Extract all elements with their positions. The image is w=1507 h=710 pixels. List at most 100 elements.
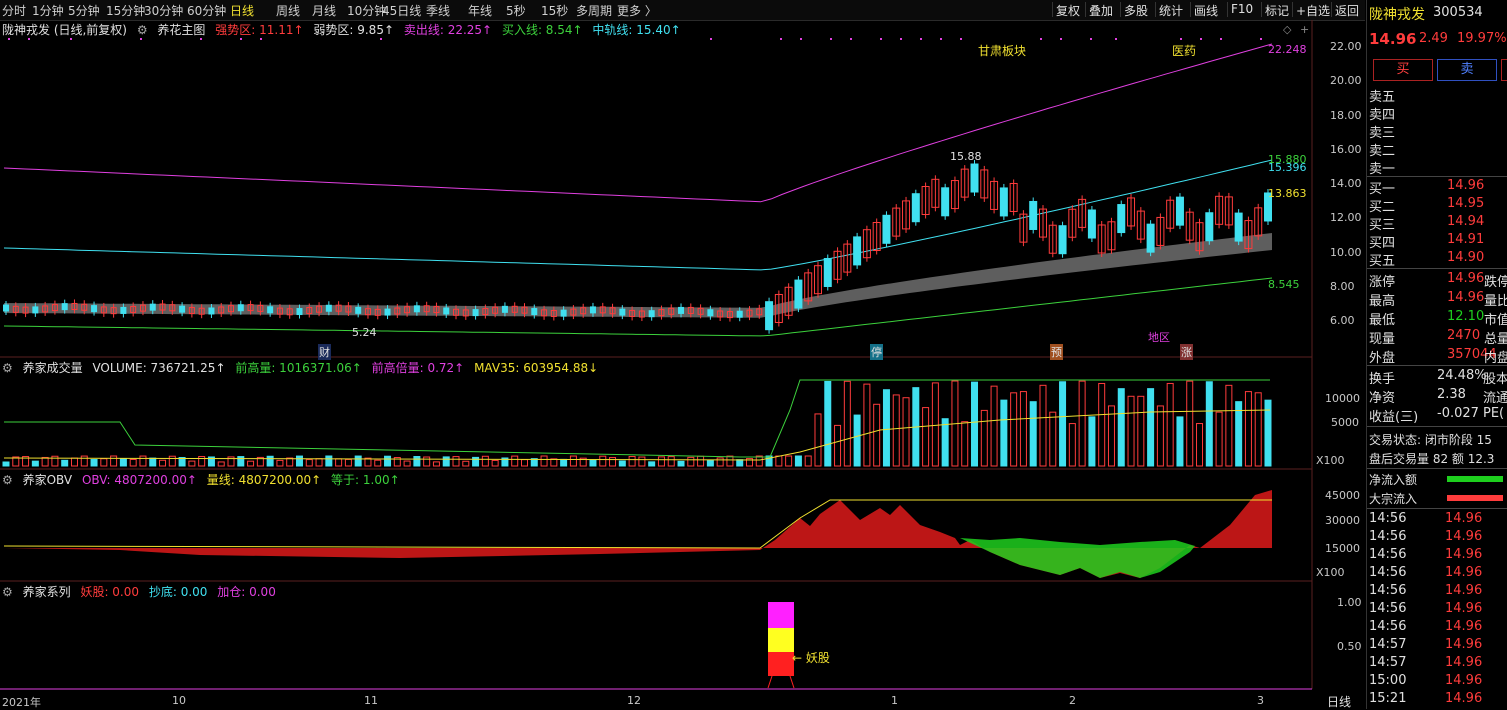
timeframe-2[interactable]: 5分钟 bbox=[68, 2, 100, 19]
candle-body bbox=[237, 304, 244, 312]
obv-legend-item-2: 等于: 1.00↑ bbox=[331, 473, 400, 487]
volume-bar bbox=[1098, 382, 1106, 467]
sell-button[interactable]: 卖 bbox=[1437, 59, 1497, 81]
candle-body bbox=[823, 257, 832, 287]
series-title[interactable]: 养家系列 bbox=[23, 585, 71, 599]
timeframe-0[interactable]: 分时 bbox=[2, 2, 26, 19]
toolbar-button-5[interactable]: F10 bbox=[1231, 2, 1253, 16]
timeframe-13[interactable]: 5秒 bbox=[506, 2, 526, 19]
sector-tag-gansu[interactable]: 甘肃板块 bbox=[978, 42, 1026, 59]
obv-ytick-2: 15000 bbox=[1325, 542, 1360, 555]
volume-bar bbox=[472, 456, 480, 467]
toolbar-button-8[interactable]: 返回 bbox=[1335, 2, 1359, 19]
settings-icon[interactable]: ⚙ bbox=[2, 361, 13, 375]
volume-bar bbox=[511, 455, 519, 467]
timeframe-8[interactable]: 月线 bbox=[312, 2, 336, 19]
volume-bar bbox=[1244, 391, 1252, 467]
volume-bar bbox=[198, 456, 206, 467]
candle-body bbox=[970, 163, 979, 193]
tick-price-10: 14.96 bbox=[1445, 691, 1483, 706]
toolbar-button-3[interactable]: 统计 bbox=[1159, 2, 1183, 19]
marker-cai[interactable]: 财 bbox=[318, 344, 331, 360]
stat2-extra-0: 股本 bbox=[1483, 372, 1507, 387]
volume-bar bbox=[31, 460, 39, 467]
toolbar-button-7[interactable]: +自选 bbox=[1296, 2, 1330, 19]
stat2-value-2: -0.027 bbox=[1437, 406, 1479, 421]
toolbar-button-0[interactable]: 复权 bbox=[1056, 2, 1080, 19]
timeframe-16[interactable]: 更多 〉 bbox=[617, 2, 657, 19]
toolbar-button-6[interactable]: 标记 bbox=[1265, 2, 1289, 19]
plus-icon[interactable]: + bbox=[1300, 23, 1309, 36]
volume-bar bbox=[442, 456, 450, 467]
volume-bar bbox=[1166, 382, 1174, 467]
volume-bar bbox=[1039, 384, 1047, 467]
obv-title[interactable]: 养家OBV bbox=[23, 473, 73, 487]
timeframe-12[interactable]: 年线 bbox=[468, 2, 492, 19]
timeframe-5[interactable]: 60分钟 bbox=[187, 2, 226, 19]
toolbar-button-1[interactable]: 叠加 bbox=[1089, 2, 1113, 19]
main-ytick-3: 16.00 bbox=[1330, 143, 1362, 156]
volume-bar bbox=[217, 461, 225, 467]
volume-bar bbox=[785, 455, 793, 467]
stat-value-1: 14.96 bbox=[1447, 290, 1485, 305]
volume-bar bbox=[305, 459, 313, 467]
volume-bar bbox=[1049, 411, 1057, 467]
timeframe-14[interactable]: 15秒 bbox=[541, 2, 568, 19]
volume-bar bbox=[2, 461, 10, 467]
sector-tag-medicine[interactable]: 医药 bbox=[1172, 42, 1196, 59]
signal-dot bbox=[800, 38, 802, 40]
prev-high-volume-line bbox=[4, 379, 1270, 458]
ask-label-4: 卖一 bbox=[1369, 162, 1396, 177]
timeframe-10[interactable]: 45日线 bbox=[382, 2, 421, 19]
marker-ting[interactable]: 停 bbox=[870, 344, 883, 360]
more-button[interactable] bbox=[1501, 59, 1507, 81]
timeframe-1[interactable]: 1分钟 bbox=[32, 2, 64, 19]
timeframe-7[interactable]: 周线 bbox=[276, 2, 300, 19]
marker-yu[interactable]: 预 bbox=[1050, 344, 1063, 360]
volume-bar bbox=[1147, 388, 1155, 467]
volume-bar bbox=[354, 455, 362, 467]
timeframe-4[interactable]: 30分钟 bbox=[144, 2, 183, 19]
candle-body bbox=[765, 301, 774, 331]
stat2-label-2: 收益(三) bbox=[1369, 410, 1419, 425]
period-label[interactable]: 日线 bbox=[1327, 693, 1351, 710]
settings-icon[interactable]: ⚙ bbox=[2, 585, 13, 599]
volume-bar bbox=[1186, 380, 1194, 467]
toolbar-button-4[interactable]: 画线 bbox=[1194, 2, 1218, 19]
diamond-icon[interactable]: ◇ bbox=[1283, 23, 1291, 36]
volume-bar bbox=[481, 455, 489, 467]
timeframe-15[interactable]: 多周期 bbox=[576, 2, 612, 19]
timeframe-9[interactable]: 10分钟 bbox=[347, 2, 386, 19]
volume-bar bbox=[1117, 388, 1125, 467]
series-ytick-1: 0.50 bbox=[1337, 640, 1362, 653]
buy-button[interactable]: 买 bbox=[1373, 59, 1433, 81]
indicator-name[interactable]: 养花主图 bbox=[157, 23, 205, 37]
volume-bar bbox=[344, 458, 352, 467]
after-hours-volume: 盘后交易量 82 额 12.3 bbox=[1369, 452, 1495, 466]
toolbar-button-2[interactable]: 多股 bbox=[1124, 2, 1148, 19]
vol-ytick-1: 5000 bbox=[1331, 416, 1359, 429]
main-legend-item-4: 中轨线: 15.40↑ bbox=[592, 23, 681, 37]
series-legend-item-0: 妖股: 0.00 bbox=[80, 585, 140, 599]
settings-icon[interactable]: ⚙ bbox=[137, 23, 148, 37]
main-ytick-2: 18.00 bbox=[1330, 109, 1362, 122]
marker-diqu[interactable]: 地区 bbox=[1148, 329, 1170, 345]
candle-body bbox=[208, 307, 215, 315]
volume-bar bbox=[560, 458, 568, 467]
candle-body bbox=[882, 214, 891, 244]
toolbar-separator bbox=[1261, 2, 1262, 17]
chart-area[interactable]: 陇神戎发 (日线,前复权) ⚙ 养花主图 强势区: 11.11↑ 弱势区: 9.… bbox=[0, 20, 1365, 709]
signal-dot bbox=[850, 38, 852, 40]
volume-title[interactable]: 养家成交量 bbox=[23, 361, 83, 375]
quote-price: 14.96 bbox=[1369, 30, 1417, 48]
timeframe-11[interactable]: 季线 bbox=[426, 2, 450, 19]
settings-icon[interactable]: ⚙ bbox=[2, 473, 13, 487]
stat-value-2: 12.10 bbox=[1447, 309, 1485, 324]
timeframe-6[interactable]: 日线 bbox=[230, 2, 254, 19]
volume-bar bbox=[315, 458, 323, 467]
volume-legend-item-1: 前高量: 1016371.06↑ bbox=[235, 361, 362, 375]
ask-label-1: 卖四 bbox=[1369, 108, 1396, 123]
obv-ytick-1: 30000 bbox=[1325, 514, 1360, 527]
timeframe-3[interactable]: 15分钟 bbox=[106, 2, 145, 19]
marker-zhang[interactable]: 涨 bbox=[1180, 344, 1193, 360]
